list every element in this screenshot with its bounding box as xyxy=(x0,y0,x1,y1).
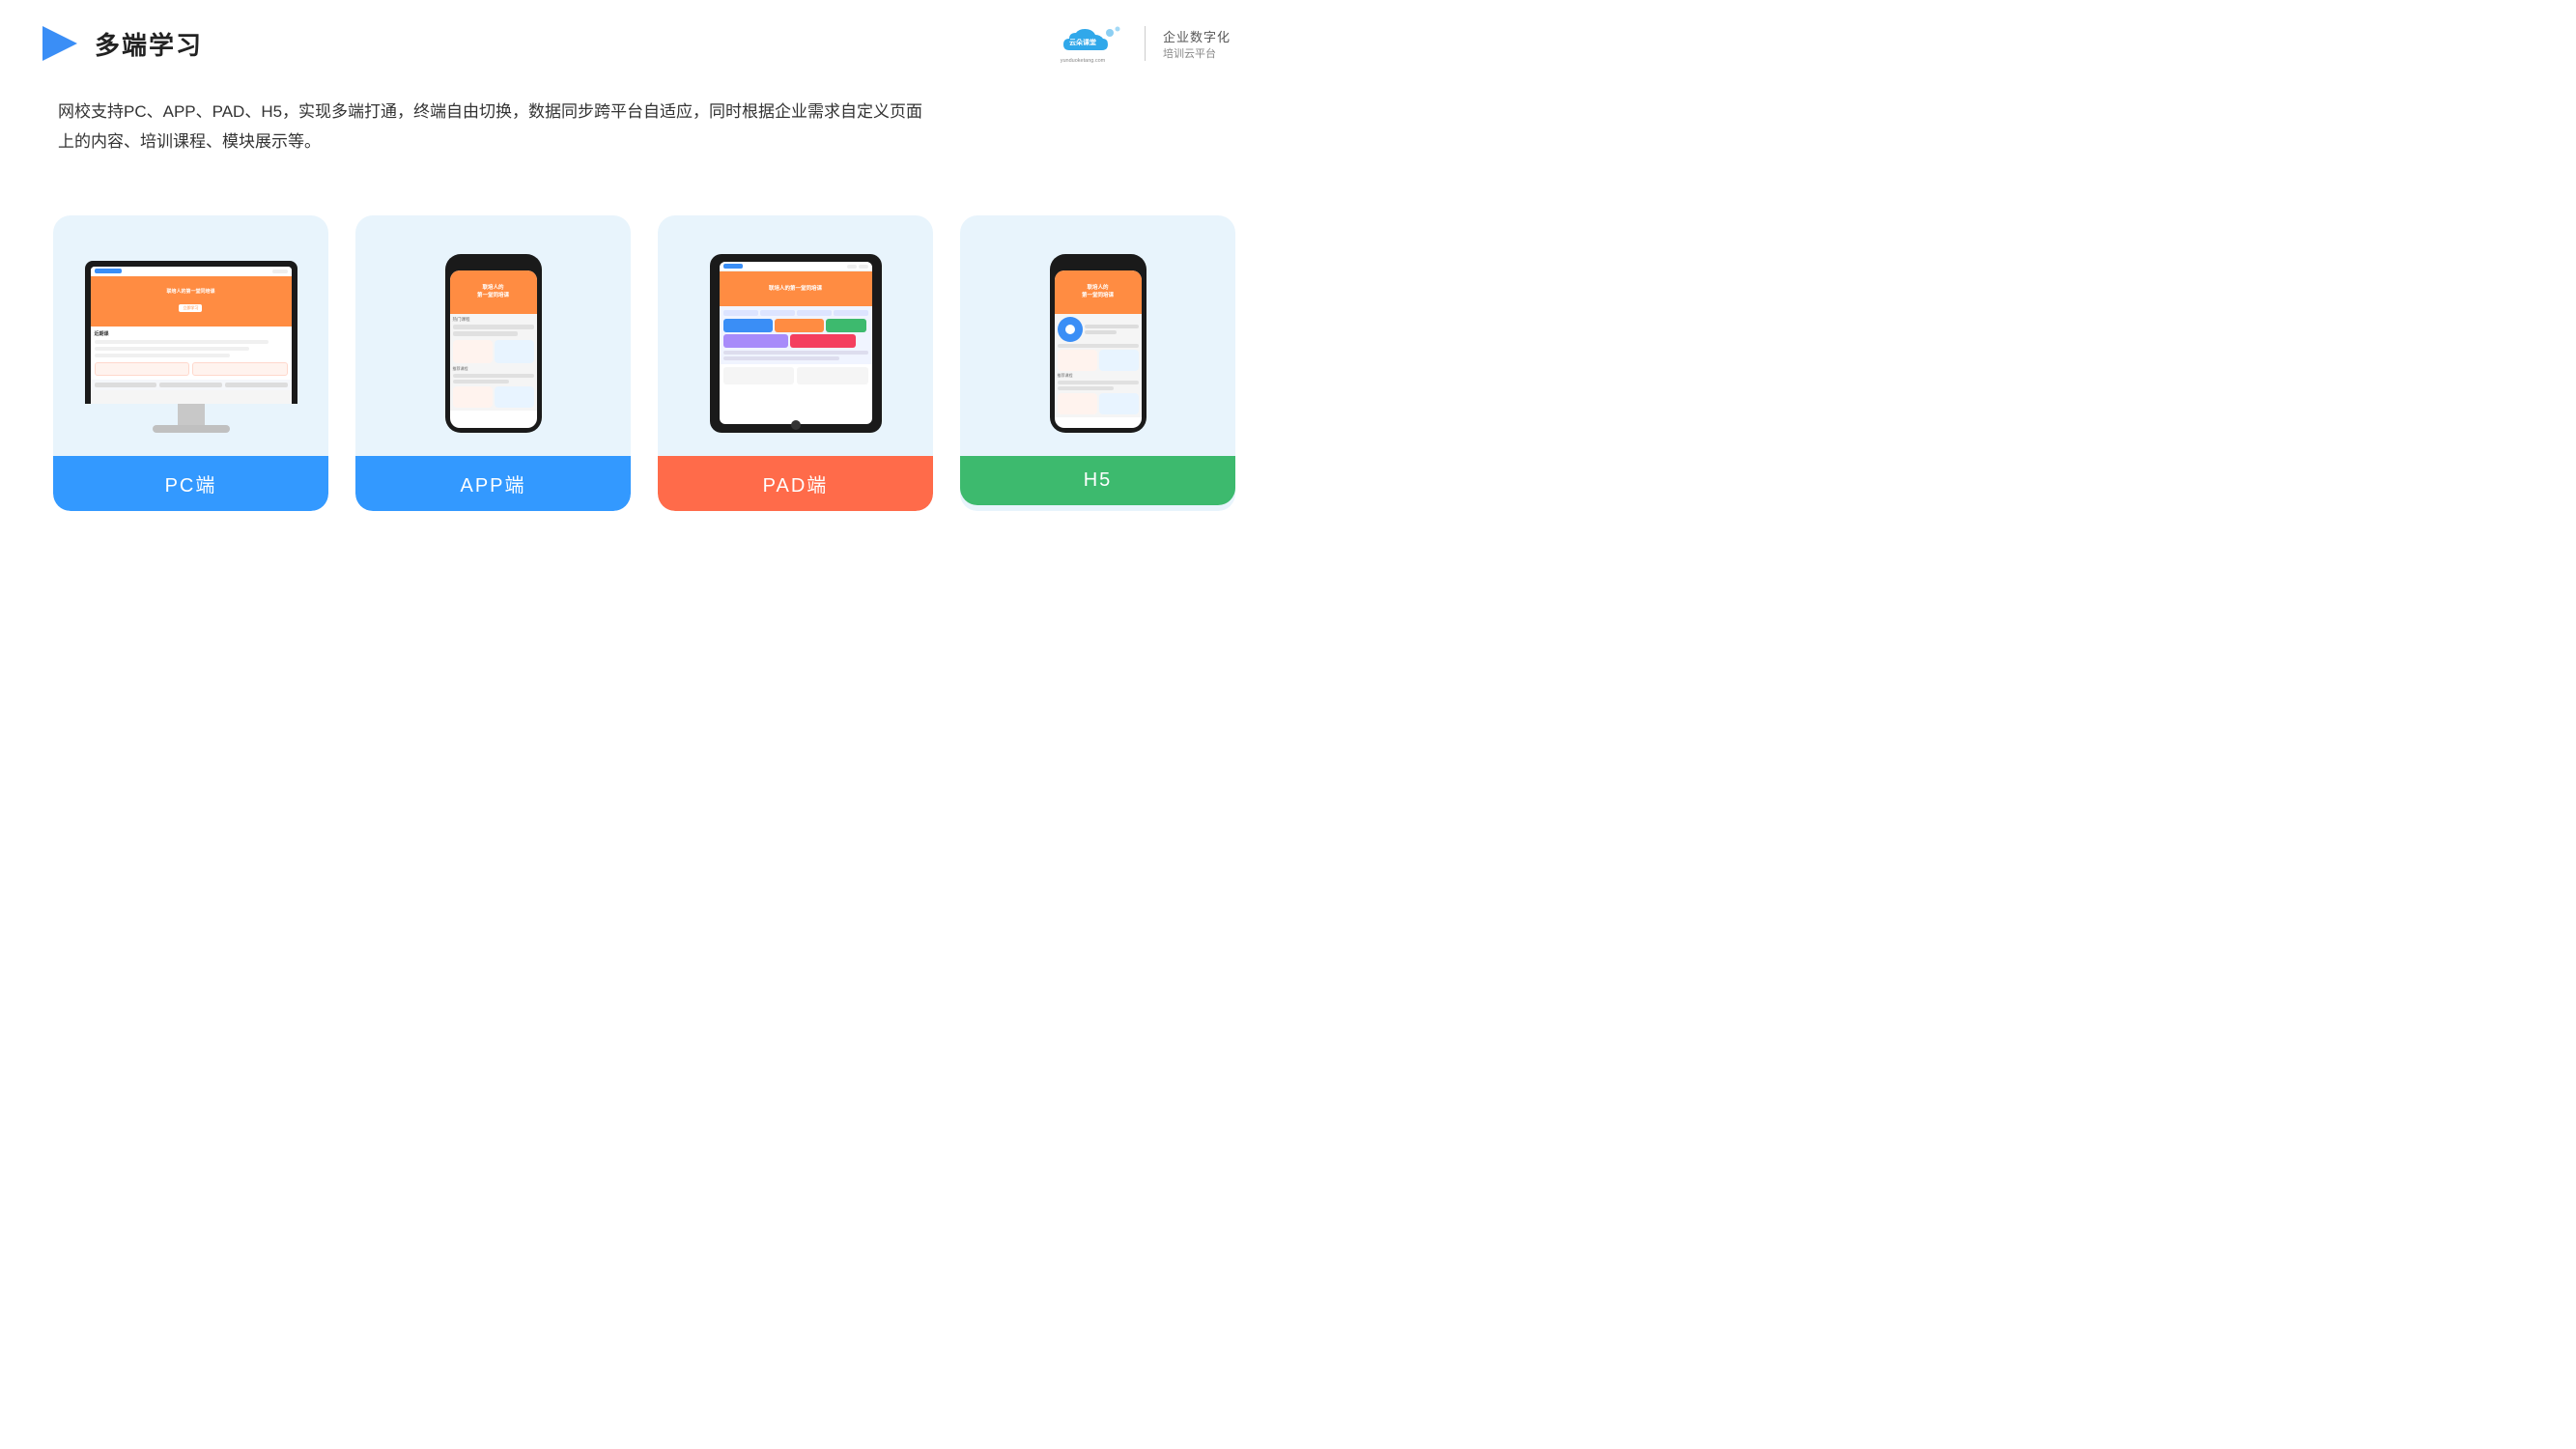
tagline-line1: 企业数字化 xyxy=(1163,27,1231,45)
pc-label-button[interactable]: PC端 xyxy=(53,456,328,511)
svg-text:云朵课堂: 云朵课堂 xyxy=(1069,38,1096,46)
description-paragraph-2: 上的内容、培训课程、模块展示等。 xyxy=(58,127,1101,156)
phone-notch xyxy=(480,262,507,268)
phone-h5-body: 联培人的第一堂同培课 xyxy=(1050,254,1146,433)
app-card: 联培人的第一堂同培课 热门课程 xyxy=(355,215,631,511)
phone-body: 联培人的第一堂同培课 热门课程 xyxy=(445,254,542,433)
monitor-screen-outer: 联培人的第一堂同培课 立即学习 近期课 xyxy=(85,261,297,404)
phone-h5: 联培人的第一堂同培课 xyxy=(1050,254,1146,433)
phone-h5-screen: 联培人的第一堂同培课 xyxy=(1055,270,1142,428)
pad-device-image: 联培人的第一堂同培课 xyxy=(677,244,914,433)
h5-label-button[interactable]: H5 xyxy=(960,456,1235,505)
cloud-logo-icon: 云朵课堂 yunduoketang.com xyxy=(1050,19,1127,68)
logo-divider xyxy=(1145,26,1146,61)
description-paragraph: 网校支持PC、APP、PAD、H5，实现多端打通，终端自由切换，数据同步跨平台自… xyxy=(58,97,1101,127)
header: 多端学习 云朵课堂 yunduoketang.com 企业数字化 培训云平台 xyxy=(0,0,1288,77)
monitor-neck xyxy=(178,404,205,425)
logo-right: 云朵课堂 yunduoketang.com 企业数字化 培训云平台 xyxy=(1050,19,1231,68)
description-text: 网校支持PC、APP、PAD、H5，实现多端打通，终端自由切换，数据同步跨平台自… xyxy=(0,77,1159,167)
monitor-stand xyxy=(153,425,230,433)
phone-h5-notch xyxy=(1085,262,1112,268)
tablet: 联培人的第一堂同培课 xyxy=(710,254,882,433)
logo-left: 多端学习 xyxy=(39,22,203,65)
header-title: 多端学习 xyxy=(95,26,203,62)
page: 多端学习 云朵课堂 yunduoketang.com 企业数字化 培训云平台 网… xyxy=(0,0,1288,724)
h5-device-image: 联培人的第一堂同培课 xyxy=(979,244,1216,433)
cards-row: 联培人的第一堂同培课 立即学习 近期课 xyxy=(0,177,1288,550)
pc-card: 联培人的第一堂同培课 立即学习 近期课 xyxy=(53,215,328,511)
monitor: 联培人的第一堂同培课 立即学习 近期课 xyxy=(85,261,297,433)
tablet-body: 联培人的第一堂同培课 xyxy=(710,254,882,433)
play-icon xyxy=(39,22,81,65)
pad-card: 联培人的第一堂同培课 xyxy=(658,215,933,511)
app-device-image: 联培人的第一堂同培课 热门课程 xyxy=(375,244,611,433)
tagline-line2: 培训云平台 xyxy=(1163,45,1231,61)
tablet-home-btn xyxy=(791,420,801,430)
pad-label-button[interactable]: PAD端 xyxy=(658,456,933,511)
monitor-screen-inner: 联培人的第一堂同培课 立即学习 近期课 xyxy=(91,267,292,404)
app-label-button[interactable]: APP端 xyxy=(355,456,631,511)
logo-tagline: 企业数字化 培训云平台 xyxy=(1163,27,1231,61)
phone-screen: 联培人的第一堂同培课 热门课程 xyxy=(450,270,537,428)
phone-app: 联培人的第一堂同培课 热门课程 xyxy=(445,254,542,433)
svg-text:yunduoketang.com: yunduoketang.com xyxy=(1061,58,1106,64)
pc-device-image: 联培人的第一堂同培课 立即学习 近期课 xyxy=(72,244,309,433)
tablet-screen: 联培人的第一堂同培课 xyxy=(720,262,872,424)
h5-card: 联培人的第一堂同培课 xyxy=(960,215,1235,511)
